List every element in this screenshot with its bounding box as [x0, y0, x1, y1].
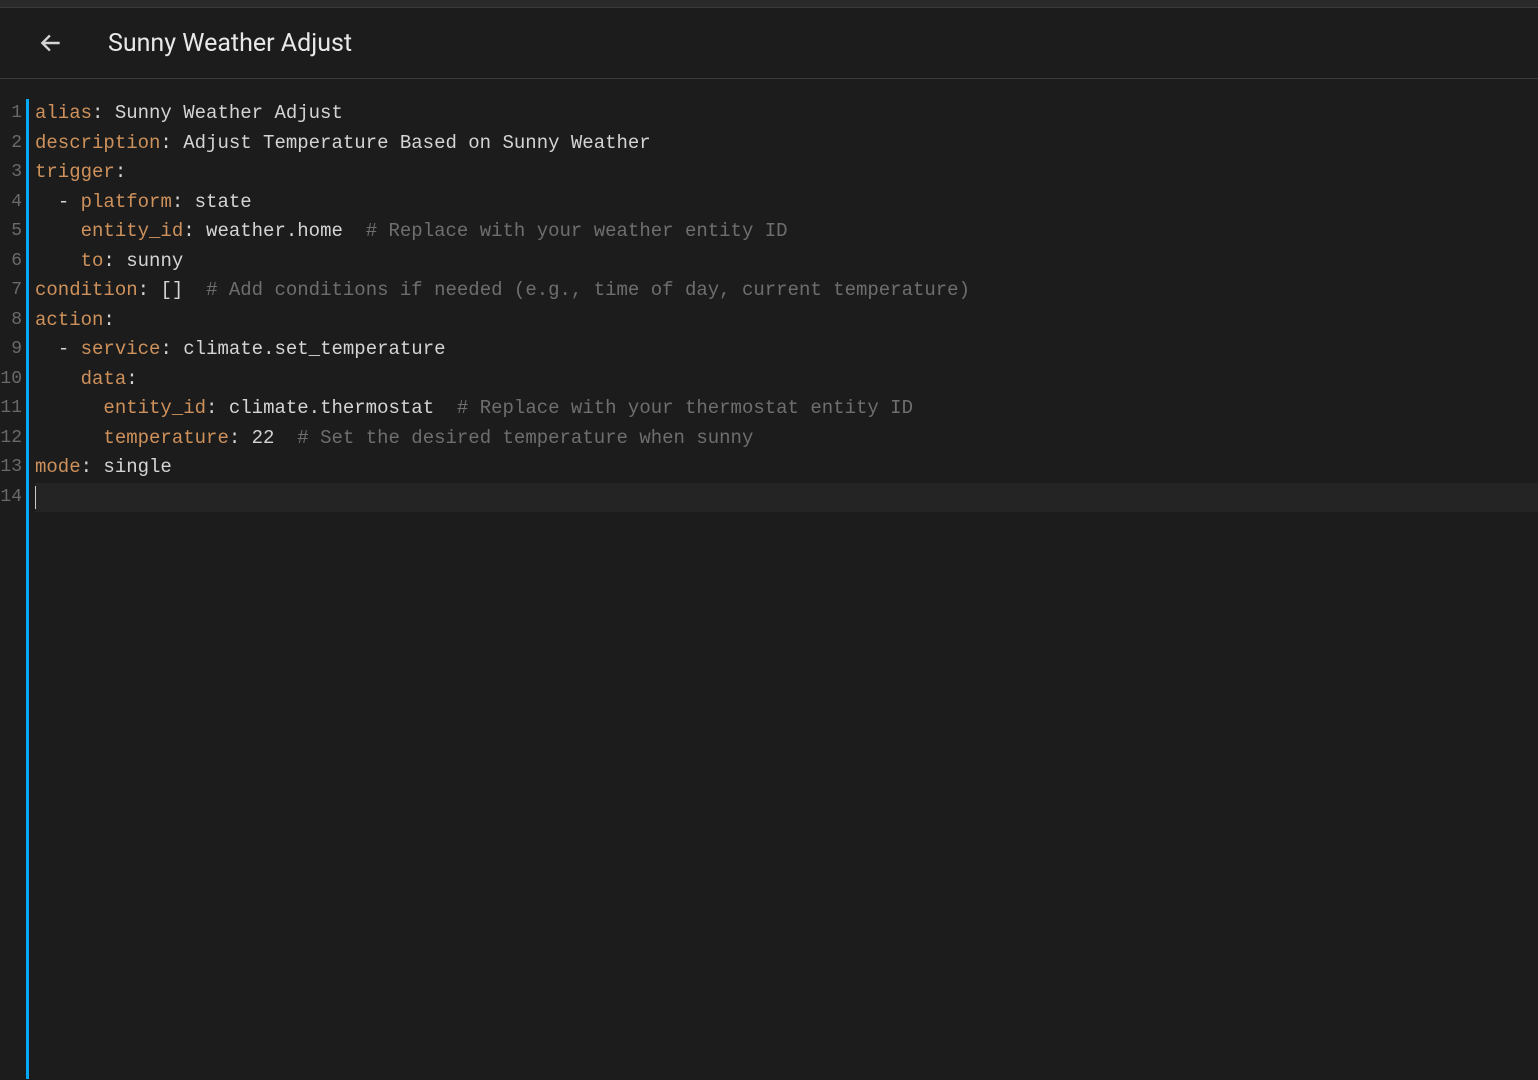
code-line[interactable]: action:: [35, 306, 1538, 336]
yaml-value: sunny: [126, 250, 183, 272]
back-button[interactable]: [34, 26, 68, 60]
yaml-value: single: [103, 456, 171, 478]
yaml-key: mode: [35, 456, 81, 478]
yaml-punct: :: [229, 427, 252, 449]
code-content[interactable]: alias: Sunny Weather Adjust description:…: [35, 99, 1538, 1079]
line-number: 4: [0, 188, 24, 218]
yaml-value: []: [160, 279, 183, 301]
yaml-value: state: [195, 191, 252, 213]
line-number: 3: [0, 158, 24, 188]
yaml-punct: :: [81, 456, 104, 478]
yaml-comment: # Replace with your weather entity ID: [366, 220, 788, 242]
yaml-key: platform: [81, 191, 172, 213]
code-line[interactable]: description: Adjust Temperature Based on…: [35, 129, 1538, 159]
header-bar: Sunny Weather Adjust: [0, 8, 1538, 79]
text-cursor: [35, 486, 36, 509]
yaml-key: action: [35, 309, 103, 331]
line-number: 8: [0, 306, 24, 336]
yaml-punct: :: [92, 102, 115, 124]
window-chrome-strip: [0, 0, 1538, 8]
code-line[interactable]: [35, 483, 1538, 513]
line-number: 11: [0, 394, 24, 424]
yaml-punct: :: [126, 368, 137, 390]
yaml-value: weather.home: [206, 220, 343, 242]
indent: [35, 250, 81, 272]
yaml-key: entity_id: [81, 220, 184, 242]
indent: [35, 427, 103, 449]
line-number: 10: [0, 365, 24, 395]
yaml-punct: :: [172, 191, 195, 213]
yaml-punct: :: [103, 309, 114, 331]
code-line[interactable]: entity_id: weather.home # Replace with y…: [35, 217, 1538, 247]
yaml-key: service: [81, 338, 161, 360]
code-line[interactable]: data:: [35, 365, 1538, 395]
code-line[interactable]: - service: climate.set_temperature: [35, 335, 1538, 365]
line-number-gutter: 1 2 3 4 5 6 7 8 9 10 11 12 13 14: [0, 99, 24, 1079]
line-number: 12: [0, 424, 24, 454]
yaml-value: climate.set_temperature: [183, 338, 445, 360]
line-number: 1: [0, 99, 24, 129]
yaml-value: climate.thermostat: [229, 397, 434, 419]
yaml-key: description: [35, 132, 160, 154]
spacer: [274, 427, 297, 449]
yaml-comment: # Add conditions if needed (e.g., time o…: [206, 279, 970, 301]
code-line[interactable]: entity_id: climate.thermostat # Replace …: [35, 394, 1538, 424]
yaml-key: to: [81, 250, 104, 272]
yaml-key: entity_id: [103, 397, 206, 419]
code-line[interactable]: to: sunny: [35, 247, 1538, 277]
code-line[interactable]: alias: Sunny Weather Adjust: [35, 99, 1538, 129]
yaml-punct: :: [206, 397, 229, 419]
indent: [35, 368, 81, 390]
code-line[interactable]: condition: [] # Add conditions if needed…: [35, 276, 1538, 306]
code-line[interactable]: mode: single: [35, 453, 1538, 483]
yaml-key: data: [81, 368, 127, 390]
arrow-left-icon: [38, 30, 64, 56]
yaml-value: Sunny Weather Adjust: [115, 102, 343, 124]
line-number: 6: [0, 247, 24, 277]
line-number: 14: [0, 483, 24, 513]
yaml-editor[interactable]: 1 2 3 4 5 6 7 8 9 10 11 12 13 14 alias: …: [0, 79, 1538, 1079]
page-title: Sunny Weather Adjust: [108, 29, 352, 58]
code-line[interactable]: - platform: state: [35, 188, 1538, 218]
spacer: [434, 397, 457, 419]
spacer: [183, 279, 206, 301]
editor-change-marker: [26, 99, 29, 1079]
indent: [35, 338, 58, 360]
yaml-comment: # Replace with your thermostat entity ID: [457, 397, 913, 419]
yaml-punct: :: [183, 220, 206, 242]
yaml-value: 22: [252, 427, 275, 449]
line-number: 13: [0, 453, 24, 483]
yaml-key: temperature: [103, 427, 228, 449]
yaml-dash: -: [58, 191, 81, 213]
code-line[interactable]: trigger:: [35, 158, 1538, 188]
line-number: 5: [0, 217, 24, 247]
yaml-key: condition: [35, 279, 138, 301]
yaml-comment: # Set the desired temperature when sunny: [297, 427, 753, 449]
yaml-dash: -: [58, 338, 81, 360]
indent: [35, 220, 81, 242]
yaml-value: Adjust Temperature Based on Sunny Weathe…: [183, 132, 650, 154]
spacer: [343, 220, 366, 242]
line-number: 9: [0, 335, 24, 365]
yaml-punct: :: [103, 250, 126, 272]
yaml-punct: :: [115, 161, 126, 183]
yaml-punct: :: [160, 132, 183, 154]
indent: [35, 397, 103, 419]
indent: [35, 191, 58, 213]
line-number: 7: [0, 276, 24, 306]
yaml-key: alias: [35, 102, 92, 124]
yaml-key: trigger: [35, 161, 115, 183]
yaml-punct: :: [138, 279, 161, 301]
line-number: 2: [0, 129, 24, 159]
yaml-punct: :: [160, 338, 183, 360]
code-line[interactable]: temperature: 22 # Set the desired temper…: [35, 424, 1538, 454]
